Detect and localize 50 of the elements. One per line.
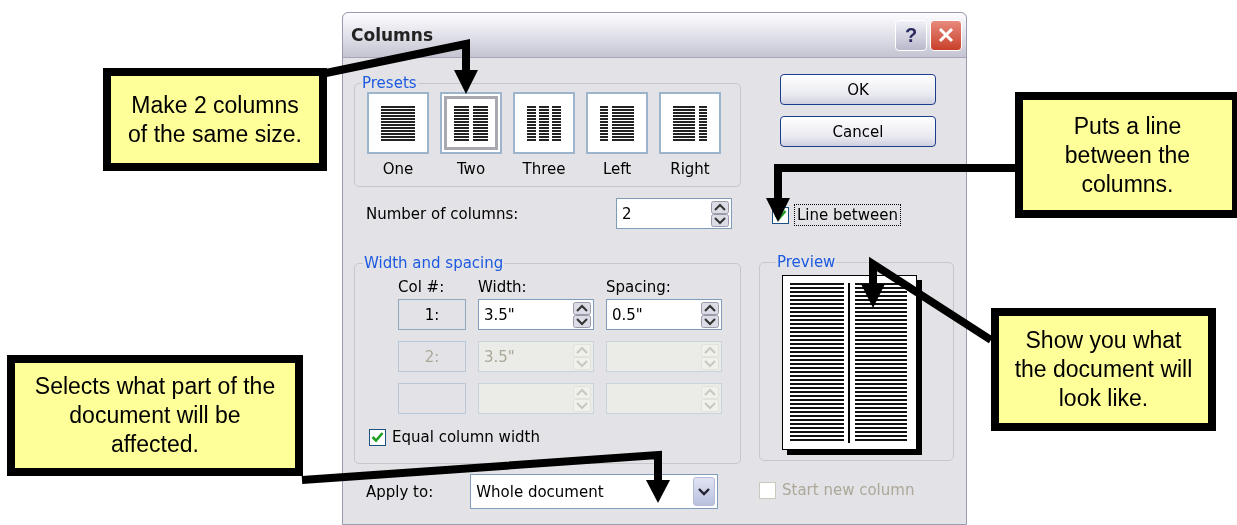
preset-button[interactable] [586,92,648,154]
checkbox-label: Start new column [782,481,915,499]
chevron-down-icon [698,487,711,496]
column-header: Col #: [398,278,446,296]
width-spin-field[interactable]: 3.5" [478,299,594,330]
preset-button[interactable] [440,92,502,154]
apply-to-dropdown[interactable]: Whole document [470,474,719,509]
callout-note: Puts a line between the columns. [1015,92,1237,218]
preset-label: Right [670,160,710,178]
spacing-spin-field[interactable]: 0.5" [606,299,722,330]
callout-note: Selects what part of the document will be affected. [7,355,303,476]
spacing-spin-field[interactable] [606,383,722,414]
close-button[interactable] [930,19,962,51]
spinner-icon[interactable] [573,301,591,328]
field-label: Number of columns: [366,204,519,223]
spacing-spin-field[interactable] [606,341,722,372]
preset-button[interactable] [367,92,429,154]
spinner-icon[interactable] [701,301,719,328]
preset-button[interactable] [513,92,575,154]
columns-layout-icon [527,105,561,141]
group-label: Preview [776,253,837,271]
group-label: Presets [361,74,418,92]
preset-label: One [382,160,414,178]
dialog-button[interactable]: OK [780,74,936,105]
dialog-button[interactable]: Cancel [780,116,936,147]
window-title: Columns [351,25,435,45]
callout-note: Show you what the document will look like. [991,308,1216,431]
help-button[interactable]: ? [895,19,927,51]
checkbox[interactable] [369,428,386,446]
columns-layout-icon [600,105,634,141]
close-icon [938,27,954,43]
column-header: Width: [478,278,528,296]
width-spin-field[interactable] [478,383,594,414]
callout-note: Make 2 columns of the same size. [103,68,327,171]
checkbox-label: Equal column width [392,428,540,446]
columns-layout-icon [673,105,707,141]
preset-label: Two [456,160,486,178]
columns-layout-icon [454,105,488,141]
group-label: Width and spacing [363,254,505,272]
columns-layout-icon [381,105,415,141]
field-label: Apply to: [366,482,434,501]
checkbox-label: Line between [795,205,900,225]
preset-button[interactable] [659,92,721,154]
column-header: Spacing: [606,278,672,296]
preset-label: Left [602,160,632,178]
number-spin-field[interactable]: 2 [616,198,732,229]
preset-label: Three [522,160,566,178]
column-number-cell: 2: [398,341,466,372]
spinner-icon[interactable] [711,200,729,227]
column-number-cell: 1: [398,299,466,330]
